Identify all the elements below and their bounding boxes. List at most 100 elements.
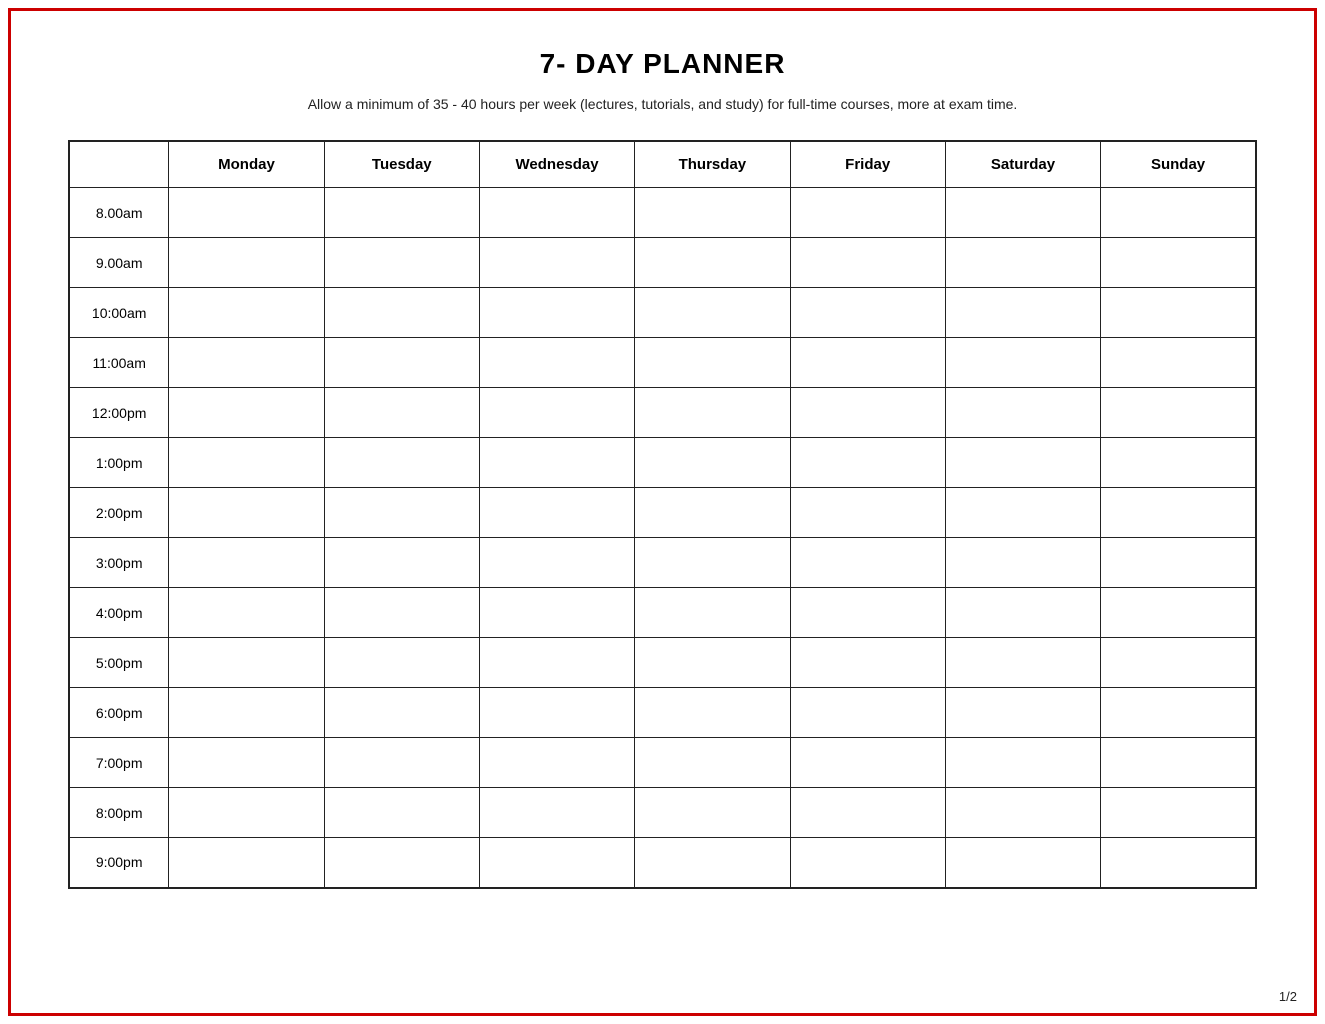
schedule-cell[interactable]: [635, 638, 790, 688]
schedule-cell[interactable]: [790, 238, 945, 288]
schedule-cell[interactable]: [945, 488, 1100, 538]
schedule-cell[interactable]: [1101, 588, 1256, 638]
schedule-cell[interactable]: [945, 738, 1100, 788]
schedule-cell[interactable]: [169, 538, 324, 588]
schedule-cell[interactable]: [635, 538, 790, 588]
schedule-cell[interactable]: [1101, 388, 1256, 438]
schedule-cell[interactable]: [790, 338, 945, 388]
schedule-cell[interactable]: [479, 588, 634, 638]
schedule-cell[interactable]: [479, 238, 634, 288]
schedule-cell[interactable]: [479, 788, 634, 838]
schedule-cell[interactable]: [635, 288, 790, 338]
schedule-cell[interactable]: [479, 638, 634, 688]
schedule-cell[interactable]: [324, 188, 479, 238]
schedule-cell[interactable]: [169, 588, 324, 638]
schedule-cell[interactable]: [1101, 338, 1256, 388]
schedule-cell[interactable]: [790, 738, 945, 788]
schedule-cell[interactable]: [169, 638, 324, 688]
schedule-cell[interactable]: [324, 488, 479, 538]
schedule-cell[interactable]: [790, 188, 945, 238]
schedule-cell[interactable]: [790, 538, 945, 588]
schedule-cell[interactable]: [790, 438, 945, 488]
schedule-cell[interactable]: [635, 338, 790, 388]
schedule-cell[interactable]: [945, 588, 1100, 638]
schedule-cell[interactable]: [1101, 788, 1256, 838]
schedule-cell[interactable]: [945, 638, 1100, 688]
schedule-cell[interactable]: [635, 238, 790, 288]
schedule-cell[interactable]: [479, 388, 634, 438]
schedule-cell[interactable]: [479, 438, 634, 488]
schedule-cell[interactable]: [169, 438, 324, 488]
schedule-cell[interactable]: [945, 688, 1100, 738]
schedule-cell[interactable]: [635, 388, 790, 438]
schedule-cell[interactable]: [945, 838, 1100, 888]
schedule-cell[interactable]: [790, 388, 945, 438]
schedule-cell[interactable]: [324, 688, 479, 738]
schedule-cell[interactable]: [945, 438, 1100, 488]
schedule-cell[interactable]: [1101, 488, 1256, 538]
schedule-cell[interactable]: [324, 288, 479, 338]
schedule-cell[interactable]: [479, 188, 634, 238]
schedule-cell[interactable]: [1101, 188, 1256, 238]
schedule-cell[interactable]: [324, 538, 479, 588]
schedule-cell[interactable]: [169, 288, 324, 338]
schedule-cell[interactable]: [324, 388, 479, 438]
schedule-cell[interactable]: [945, 388, 1100, 438]
schedule-cell[interactable]: [635, 188, 790, 238]
schedule-cell[interactable]: [790, 688, 945, 738]
schedule-cell[interactable]: [1101, 838, 1256, 888]
schedule-cell[interactable]: [169, 788, 324, 838]
schedule-cell[interactable]: [324, 788, 479, 838]
schedule-cell[interactable]: [1101, 538, 1256, 588]
schedule-cell[interactable]: [635, 788, 790, 838]
schedule-cell[interactable]: [169, 388, 324, 438]
schedule-cell[interactable]: [790, 788, 945, 838]
schedule-cell[interactable]: [169, 188, 324, 238]
schedule-cell[interactable]: [945, 238, 1100, 288]
table-row: 9.00am: [69, 238, 1256, 288]
schedule-cell[interactable]: [169, 488, 324, 538]
schedule-cell[interactable]: [790, 488, 945, 538]
schedule-cell[interactable]: [479, 488, 634, 538]
schedule-cell[interactable]: [1101, 288, 1256, 338]
schedule-cell[interactable]: [635, 838, 790, 888]
schedule-cell[interactable]: [945, 288, 1100, 338]
header-monday: Monday: [169, 141, 324, 188]
schedule-cell[interactable]: [635, 588, 790, 638]
schedule-cell[interactable]: [945, 338, 1100, 388]
schedule-cell[interactable]: [1101, 688, 1256, 738]
schedule-cell[interactable]: [479, 738, 634, 788]
schedule-cell[interactable]: [479, 288, 634, 338]
schedule-cell[interactable]: [1101, 638, 1256, 688]
schedule-cell[interactable]: [945, 538, 1100, 588]
schedule-cell[interactable]: [324, 238, 479, 288]
schedule-cell[interactable]: [635, 688, 790, 738]
schedule-cell[interactable]: [635, 438, 790, 488]
schedule-cell[interactable]: [324, 438, 479, 488]
schedule-cell[interactable]: [790, 288, 945, 338]
schedule-cell[interactable]: [790, 638, 945, 688]
schedule-cell[interactable]: [790, 588, 945, 638]
schedule-cell[interactable]: [479, 338, 634, 388]
schedule-cell[interactable]: [479, 838, 634, 888]
schedule-cell[interactable]: [169, 688, 324, 738]
schedule-cell[interactable]: [324, 738, 479, 788]
schedule-cell[interactable]: [479, 688, 634, 738]
schedule-cell[interactable]: [169, 838, 324, 888]
schedule-cell[interactable]: [1101, 438, 1256, 488]
schedule-cell[interactable]: [169, 338, 324, 388]
schedule-cell[interactable]: [324, 338, 479, 388]
schedule-cell[interactable]: [635, 738, 790, 788]
schedule-cell[interactable]: [324, 638, 479, 688]
schedule-cell[interactable]: [945, 188, 1100, 238]
schedule-cell[interactable]: [479, 538, 634, 588]
schedule-cell[interactable]: [1101, 238, 1256, 288]
schedule-cell[interactable]: [635, 488, 790, 538]
schedule-cell[interactable]: [324, 588, 479, 638]
schedule-cell[interactable]: [169, 238, 324, 288]
schedule-cell[interactable]: [790, 838, 945, 888]
schedule-cell[interactable]: [169, 738, 324, 788]
schedule-cell[interactable]: [324, 838, 479, 888]
schedule-cell[interactable]: [1101, 738, 1256, 788]
schedule-cell[interactable]: [945, 788, 1100, 838]
